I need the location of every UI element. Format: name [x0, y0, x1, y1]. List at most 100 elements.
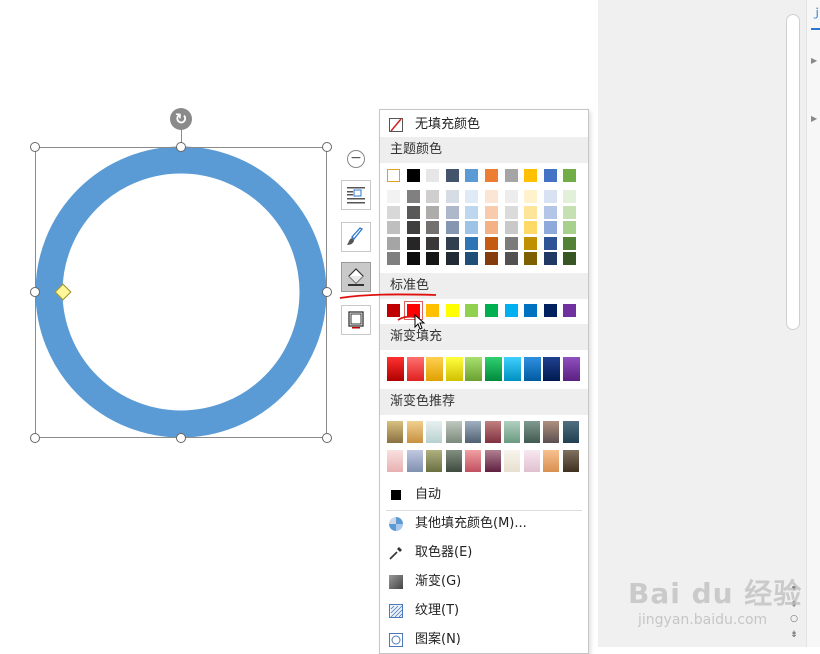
theme-shade-swatch[interactable] [406, 236, 420, 250]
no-fill-item[interactable]: 无填充颜色 [380, 112, 588, 138]
resize-handle-left[interactable] [30, 287, 40, 297]
resize-handle-top-left[interactable] [30, 142, 40, 152]
theme-shade-swatch[interactable] [426, 236, 440, 250]
gradient-recommend-swatch[interactable] [504, 450, 520, 472]
expand-arrow-icon[interactable]: ▶ [811, 114, 817, 123]
theme-shade-swatch[interactable] [504, 221, 518, 234]
theme-shade-swatch[interactable] [504, 190, 518, 203]
layout-options-button[interactable] [341, 180, 371, 210]
theme-color-swatch[interactable] [465, 169, 479, 182]
resize-handle-right[interactable] [322, 287, 332, 297]
theme-shade-swatch[interactable] [563, 252, 577, 265]
theme-color-swatch[interactable] [387, 169, 400, 182]
theme-shade-swatch[interactable] [465, 190, 479, 203]
theme-shade-swatch[interactable] [504, 236, 518, 250]
gradient-fill-swatch[interactable] [387, 357, 404, 381]
gradient-recommend-swatch[interactable] [523, 421, 540, 443]
eyedropper-item[interactable]: 取色器(E) [380, 540, 588, 566]
theme-shade-swatch[interactable] [524, 190, 538, 203]
standard-color-swatch[interactable] [543, 304, 557, 317]
gradient-recommend-swatch[interactable] [465, 421, 481, 443]
theme-shade-swatch[interactable] [543, 190, 557, 203]
gradient-fill-swatch[interactable] [445, 357, 463, 381]
theme-shade-swatch[interactable] [426, 190, 440, 203]
theme-shade-swatch[interactable] [387, 236, 400, 250]
theme-color-swatch[interactable] [563, 169, 577, 182]
shape-outline-button[interactable] [341, 222, 371, 252]
theme-shade-swatch[interactable] [387, 190, 400, 203]
theme-shade-swatch[interactable] [485, 252, 498, 265]
theme-shade-swatch[interactable] [445, 221, 459, 234]
gradient-fill-swatch[interactable] [465, 357, 482, 381]
theme-shade-swatch[interactable] [406, 205, 420, 219]
theme-shade-swatch[interactable] [524, 205, 538, 219]
standard-color-swatch[interactable] [504, 304, 518, 317]
gradient-recommend-swatch[interactable] [426, 450, 442, 472]
theme-shade-swatch[interactable] [406, 221, 420, 234]
theme-shade-swatch[interactable] [465, 252, 479, 265]
resize-handle-top[interactable] [176, 142, 186, 152]
theme-shade-swatch[interactable] [563, 190, 577, 203]
theme-color-swatch[interactable] [485, 169, 498, 182]
theme-shade-swatch[interactable] [465, 236, 479, 250]
theme-shade-swatch[interactable] [445, 252, 459, 265]
gradient-item[interactable]: 渐变(G) [380, 569, 588, 595]
standard-color-swatch[interactable] [445, 304, 459, 317]
gradient-fill-swatch[interactable] [504, 357, 521, 381]
gradient-fill-swatch[interactable] [406, 357, 424, 381]
theme-shade-swatch[interactable] [524, 236, 538, 250]
theme-shade-swatch[interactable] [504, 252, 518, 265]
gradient-recommend-swatch[interactable] [387, 421, 403, 443]
gradient-recommend-swatch[interactable] [426, 421, 442, 443]
gradient-recommend-swatch[interactable] [465, 450, 481, 472]
resize-handle-top-right[interactable] [322, 142, 332, 152]
expand-arrow-icon[interactable]: ▶ [811, 56, 817, 65]
gradient-recommend-swatch[interactable] [484, 421, 501, 443]
gradient-fill-swatch[interactable] [543, 357, 560, 381]
vertical-scrollbar-thumb[interactable] [786, 14, 800, 330]
theme-shade-swatch[interactable] [524, 221, 538, 234]
theme-shade-swatch[interactable] [426, 205, 440, 219]
texture-item[interactable]: 纹理(T) [380, 598, 588, 624]
standard-color-swatch[interactable] [563, 304, 577, 317]
gradient-recommend-swatch[interactable] [445, 450, 462, 472]
resize-handle-bottom[interactable] [176, 433, 186, 443]
theme-shade-swatch[interactable] [543, 236, 557, 250]
theme-shade-swatch[interactable] [387, 252, 400, 265]
theme-shade-swatch[interactable] [543, 221, 557, 234]
theme-color-swatch[interactable] [426, 169, 440, 182]
theme-color-swatch[interactable] [543, 169, 557, 182]
theme-shade-swatch[interactable] [485, 221, 498, 234]
theme-shade-swatch[interactable] [524, 252, 538, 265]
theme-shade-swatch[interactable] [465, 205, 479, 219]
gradient-fill-swatch[interactable] [523, 357, 541, 381]
gradient-fill-swatch[interactable] [484, 357, 502, 381]
gradient-recommend-swatch[interactable] [387, 450, 403, 472]
task-pane-tab[interactable]: ｊ [811, 4, 820, 20]
pattern-item[interactable]: 图案(N) [380, 627, 588, 653]
gradient-recommend-swatch[interactable] [406, 450, 423, 472]
gradient-recommend-swatch[interactable] [543, 421, 559, 443]
standard-color-swatch[interactable] [465, 304, 479, 317]
theme-shade-swatch[interactable] [485, 190, 498, 203]
gradient-recommend-swatch[interactable] [445, 421, 462, 443]
gradient-recommend-swatch[interactable] [523, 450, 540, 472]
resize-handle-bottom-left[interactable] [30, 433, 40, 443]
standard-color-swatch[interactable] [524, 304, 538, 317]
theme-shade-swatch[interactable] [563, 221, 577, 234]
theme-shade-swatch[interactable] [406, 252, 420, 265]
theme-color-swatch[interactable] [406, 169, 420, 182]
theme-shade-swatch[interactable] [387, 205, 400, 219]
theme-shade-swatch[interactable] [543, 205, 557, 219]
theme-shade-swatch[interactable] [445, 236, 459, 250]
theme-shade-swatch[interactable] [445, 190, 459, 203]
theme-shade-swatch[interactable] [426, 221, 440, 234]
gradient-recommend-swatch[interactable] [504, 421, 520, 443]
theme-shade-swatch[interactable] [563, 236, 577, 250]
page-down-icon[interactable]: ⇟ [789, 630, 799, 640]
theme-shade-swatch[interactable] [445, 205, 459, 219]
theme-color-swatch[interactable] [524, 169, 538, 182]
auto-color-item[interactable]: 自动 [380, 482, 588, 508]
theme-shade-swatch[interactable] [406, 190, 420, 203]
gradient-fill-swatch[interactable] [426, 357, 443, 381]
